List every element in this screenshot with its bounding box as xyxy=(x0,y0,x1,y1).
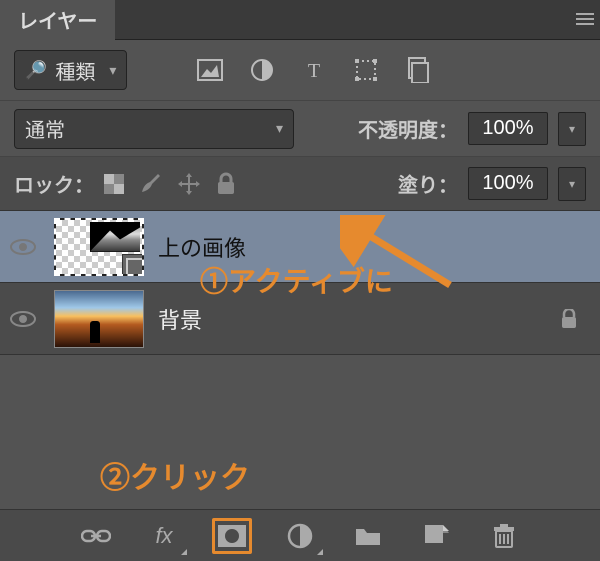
panel-tabs: レイヤー xyxy=(0,0,600,40)
lock-transparent-icon[interactable] xyxy=(104,174,124,194)
opacity-dropdown[interactable]: ▾ xyxy=(558,112,586,146)
layer-fx-button[interactable]: fx xyxy=(144,518,184,554)
blend-row: 通常 ▾ 不透明度： 100% ▾ xyxy=(0,100,600,156)
fill-dropdown[interactable]: ▾ xyxy=(558,167,586,201)
tab-label: レイヤー xyxy=(18,5,97,34)
new-layer-button[interactable] xyxy=(416,518,456,554)
filter-pixel-icon[interactable] xyxy=(195,55,225,85)
layers-list: 上の画像 背景 xyxy=(0,210,600,355)
filter-smart-icon[interactable] xyxy=(403,55,433,85)
layer-name[interactable]: 背景 xyxy=(158,303,546,335)
fill-input[interactable]: 100% xyxy=(468,167,548,200)
link-layers-button[interactable] xyxy=(76,518,116,554)
tab-layers[interactable]: レイヤー xyxy=(0,0,115,40)
search-icon: 🔍 xyxy=(25,60,47,81)
lock-all-icon[interactable] xyxy=(216,172,236,196)
lock-indicator-icon xyxy=(560,309,590,329)
blend-mode-value: 通常 xyxy=(25,114,65,143)
opacity-value: 100% xyxy=(482,117,533,139)
lock-brush-icon[interactable] xyxy=(138,172,162,196)
filter-row: 🔍 種類 ▾ T xyxy=(0,40,600,100)
blend-mode-dropdown[interactable]: 通常 ▾ xyxy=(14,109,294,149)
chevron-down-icon: ▾ xyxy=(109,62,116,79)
lock-row: ロック： 塗り： 100% ▾ xyxy=(0,156,600,210)
layer-thumbnail[interactable] xyxy=(54,290,144,348)
layers-panel: レイヤー 🔍 種類 ▾ T xyxy=(0,0,600,561)
smart-object-badge xyxy=(122,254,144,276)
lock-icons xyxy=(104,171,236,197)
lock-label: ロック： xyxy=(14,169,94,198)
layer-thumbnail[interactable] xyxy=(54,218,144,276)
annotation-step2: ②クリック xyxy=(100,453,250,497)
fill-label: 塗り： xyxy=(398,169,458,198)
visibility-toggle[interactable] xyxy=(10,238,40,256)
panel-menu-button[interactable] xyxy=(570,0,600,40)
layers-bottom-toolbar: fx xyxy=(0,509,600,561)
layer-row[interactable]: 背景 xyxy=(0,283,600,355)
opacity-input[interactable]: 100% xyxy=(468,112,548,145)
filter-type-icons: T xyxy=(195,55,433,85)
opacity-label: 不透明度： xyxy=(358,114,458,143)
layer-name[interactable]: 上の画像 xyxy=(158,231,590,263)
add-mask-button[interactable] xyxy=(212,518,252,554)
layer-row-active[interactable]: 上の画像 xyxy=(0,211,600,283)
new-group-button[interactable] xyxy=(348,518,388,554)
visibility-toggle[interactable] xyxy=(10,310,40,328)
delete-layer-button[interactable] xyxy=(484,518,524,554)
svg-text:T: T xyxy=(308,60,320,81)
chevron-down-icon: ▾ xyxy=(276,120,283,137)
filter-kind-label: 種類 xyxy=(55,56,95,85)
adjustment-layer-button[interactable] xyxy=(280,518,320,554)
filter-kind-dropdown[interactable]: 🔍 種類 ▾ xyxy=(14,50,127,90)
filter-adjust-icon[interactable] xyxy=(247,55,277,85)
fill-value: 100% xyxy=(482,172,533,194)
filter-shape-icon[interactable] xyxy=(351,55,381,85)
lock-move-icon[interactable] xyxy=(176,171,202,197)
filter-text-icon[interactable]: T xyxy=(299,55,329,85)
